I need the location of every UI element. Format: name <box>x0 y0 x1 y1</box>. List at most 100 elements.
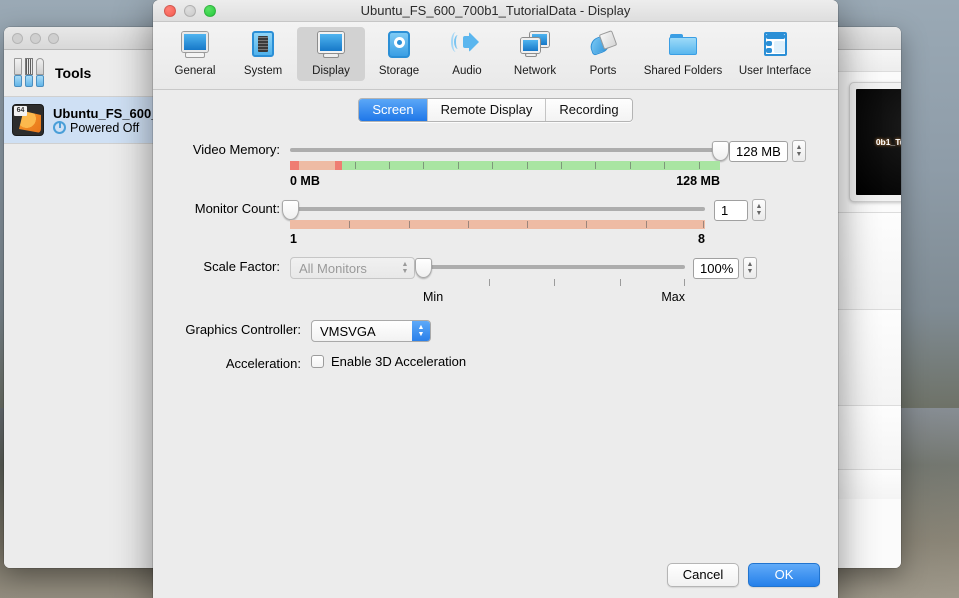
zoom-button[interactable] <box>204 5 216 17</box>
vm-preview-caption: 0b1_TutorialData <box>876 137 901 147</box>
monitor-count-groove <box>290 207 705 211</box>
monitor-count-spin: 1 ▲▼ <box>714 199 766 221</box>
scale-factor-spin: 100% ▲▼ <box>693 257 757 279</box>
field-monitor-count: Monitor Count: <box>173 199 818 248</box>
field-graphics-controller: Graphics Controller: VMSVGA ▲▼ <box>173 320 818 342</box>
enable-3d-acceleration-row[interactable]: Enable 3D Acceleration <box>311 354 818 369</box>
tools-icon <box>12 57 46 89</box>
scale-factor-min-label: Min <box>423 290 443 304</box>
manager-close-button[interactable] <box>12 33 23 44</box>
toolbar-item-ports[interactable]: Ports <box>569 27 637 81</box>
power-off-icon <box>53 121 66 134</box>
toolbar-label-ports: Ports <box>590 65 617 77</box>
sidebar-divider-2 <box>4 143 170 144</box>
chevron-updown-icon: ▲▼ <box>396 258 414 278</box>
tab-strip: Screen Remote Display Recording <box>153 90 838 132</box>
manager-sidebar: Tools 64 Ubuntu_FS_600_700b1_TutorialDat… <box>4 50 171 568</box>
monitor-count-ticks <box>290 220 705 229</box>
video-memory-knob[interactable] <box>712 141 729 161</box>
toolbar-label-shared-folders: Shared Folders <box>644 65 723 77</box>
dialog-title: Ubuntu_FS_600_700b1_TutorialData - Displ… <box>153 3 838 18</box>
toolbar-item-system[interactable]: System <box>229 27 297 81</box>
toolbar-item-general[interactable]: General <box>161 27 229 81</box>
ok-button[interactable]: OK <box>748 563 820 587</box>
vm-preview-frame[interactable]: 0b1_TutorialData <box>849 82 901 202</box>
monitor-count-stepper[interactable]: ▲▼ <box>752 199 766 221</box>
chevron-updown-icon-2: ▲▼ <box>412 321 430 341</box>
video-memory-control: 0 MB 128 MB 128 MB ▲▼ <box>290 140 818 190</box>
toolbar-label-storage: Storage <box>379 65 419 77</box>
toolbar-item-user-interface[interactable]: User Interface <box>729 27 821 81</box>
vm-preview-screen: 0b1_TutorialData <box>856 89 901 195</box>
user-interface-icon <box>758 30 792 62</box>
sidebar-tools-label: Tools <box>55 65 91 81</box>
minimize-button[interactable] <box>184 5 196 17</box>
manager-zoom-button[interactable] <box>48 33 59 44</box>
enable-3d-acceleration-checkbox[interactable] <box>311 355 324 368</box>
sidebar-item-vm[interactable]: 64 Ubuntu_FS_600_700b1_TutorialData Powe… <box>4 97 170 143</box>
toolbar-label-general: General <box>175 65 216 77</box>
toolbar-item-storage[interactable]: Storage <box>365 27 433 81</box>
scale-factor-monitor-select[interactable]: All Monitors ▲▼ <box>290 257 415 279</box>
toolbar-label-audio: Audio <box>452 65 481 77</box>
video-memory-groove <box>290 148 720 152</box>
acceleration-label: Acceleration: <box>173 354 311 374</box>
monitor-count-endlabels: 1 8 <box>290 232 705 248</box>
scale-factor-knob[interactable] <box>415 258 432 278</box>
scale-factor-max-label: Max <box>661 290 685 304</box>
toolbar-item-shared-folders[interactable]: Shared Folders <box>637 27 729 81</box>
tab-screen[interactable]: Screen <box>359 99 427 121</box>
enable-3d-acceleration-label: Enable 3D Acceleration <box>331 354 466 369</box>
scale-factor-scale <box>423 278 685 287</box>
scale-factor-monitor-value: All Monitors <box>299 261 367 276</box>
dialog-titlebar: Ubuntu_FS_600_700b1_TutorialData - Displ… <box>153 0 838 22</box>
dialog-window-controls <box>153 5 216 17</box>
dialog-footer: Cancel OK <box>153 550 838 598</box>
monitor-count-slider[interactable] <box>290 199 705 219</box>
monitor-count-max-label: 8 <box>698 232 705 246</box>
video-memory-spin: 128 MB ▲▼ <box>729 140 806 162</box>
toolbar-item-network[interactable]: Network <box>501 27 569 81</box>
toolbar-item-audio[interactable]: Audio <box>433 27 501 81</box>
cancel-button[interactable]: Cancel <box>667 563 739 587</box>
segmented-control: Screen Remote Display Recording <box>358 98 632 122</box>
scale-factor-groove <box>423 265 685 269</box>
scale-factor-label: Scale Factor: <box>173 257 290 277</box>
video-memory-max-label: 128 MB <box>676 174 720 188</box>
video-memory-scale <box>290 161 720 170</box>
vm-row-text: Ubuntu_FS_600_700b1_TutorialData Powered… <box>53 106 162 135</box>
display-icon <box>314 30 348 62</box>
vm-state-row: Powered Off <box>53 121 162 135</box>
audio-icon <box>450 30 484 62</box>
network-icon <box>518 30 552 62</box>
general-icon <box>178 30 212 62</box>
video-memory-label: Video Memory: <box>173 140 290 160</box>
system-icon <box>246 30 280 62</box>
scale-factor-slider[interactable] <box>423 257 685 277</box>
graphics-controller-label: Graphics Controller: <box>173 320 311 340</box>
sidebar-item-tools[interactable]: Tools <box>4 50 170 96</box>
monitor-count-knob[interactable] <box>282 200 299 220</box>
monitor-count-label: Monitor Count: <box>173 199 290 219</box>
scale-factor-ticks <box>423 278 685 287</box>
vm-state-label: Powered Off <box>70 121 139 135</box>
video-memory-stepper[interactable]: ▲▼ <box>792 140 806 162</box>
ubuntu-vm-icon: 64 <box>12 104 44 136</box>
close-button[interactable] <box>164 5 176 17</box>
screen-tab-panel: Video Memory: <box>153 132 838 550</box>
monitor-count-min-label: 1 <box>290 232 297 246</box>
tab-recording[interactable]: Recording <box>546 99 631 121</box>
monitor-count-input[interactable]: 1 <box>714 200 748 221</box>
video-memory-endlabels: 0 MB 128 MB <box>290 174 720 190</box>
graphics-controller-control: VMSVGA ▲▼ <box>311 320 818 342</box>
tab-remote-display[interactable]: Remote Display <box>428 99 547 121</box>
graphics-controller-select[interactable]: VMSVGA ▲▼ <box>311 320 431 342</box>
scale-factor-stepper[interactable]: ▲▼ <box>743 257 757 279</box>
video-memory-slider[interactable] <box>290 140 720 160</box>
toolbar-label-system: System <box>244 65 282 77</box>
toolbar-item-display[interactable]: Display <box>297 27 365 81</box>
scale-factor-input[interactable]: 100% <box>693 258 739 279</box>
video-memory-input[interactable]: 128 MB <box>729 141 788 162</box>
monitor-count-scale <box>290 220 705 229</box>
manager-minimize-button[interactable] <box>30 33 41 44</box>
